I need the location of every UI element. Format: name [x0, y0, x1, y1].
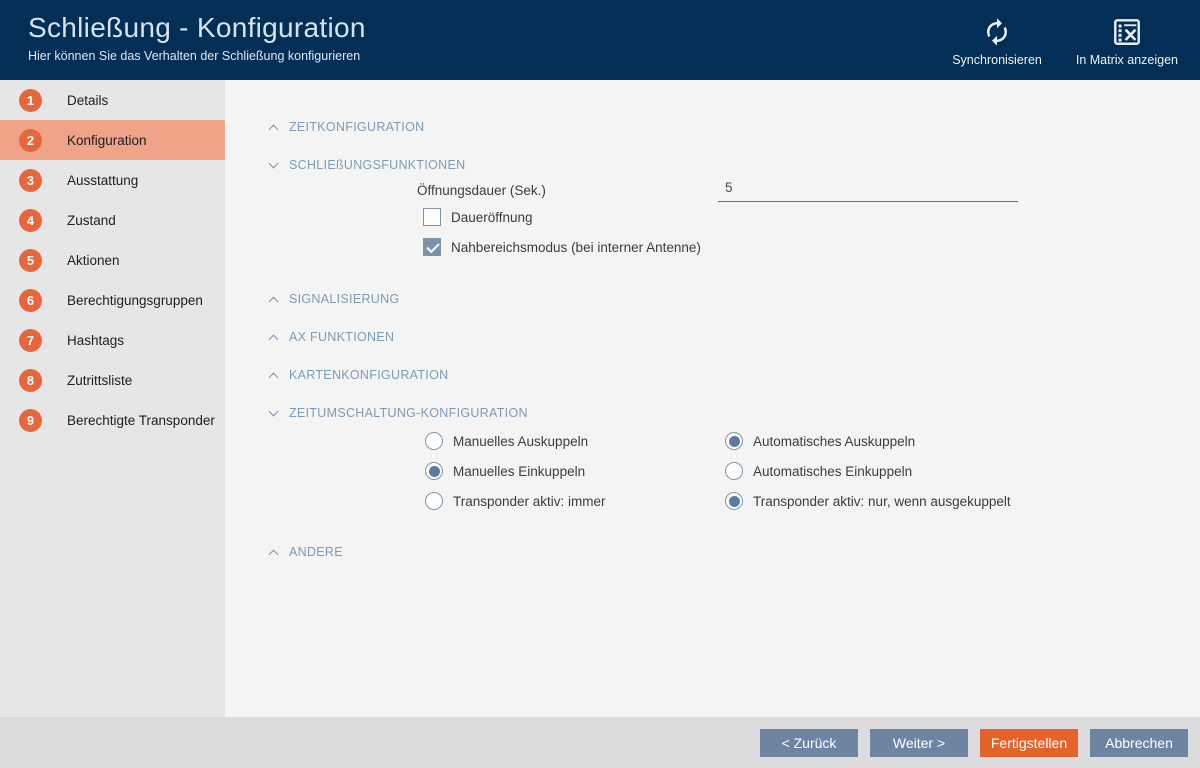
radio-transponder-aktiv-ausgekuppelt[interactable]: Transponder aktiv: nur, wenn ausgekuppel… — [725, 492, 1011, 510]
finish-button[interactable]: Fertigstellen — [980, 728, 1078, 757]
checkbox-label: Nahbereichsmodus (bei interner Antenne) — [451, 239, 701, 255]
checkbox-checked-icon — [423, 238, 441, 256]
page-title: Schließung - Konfiguration — [28, 12, 366, 43]
sidebar-item-berechtigte-transponder[interactable]: 9 Berechtigte Transponder — [0, 400, 225, 440]
chevron-up-icon — [268, 372, 279, 383]
nahbereichsmodus-checkbox[interactable]: Nahbereichsmodus (bei interner Antenne) — [423, 238, 701, 256]
checkbox-label: Daueröffnung — [451, 209, 533, 225]
title-bar: Schließung - Konfiguration Hier können S… — [0, 0, 1200, 80]
page-subtitle: Hier können Sie das Verhalten der Schlie… — [28, 49, 361, 63]
section-ax-funktionen[interactable]: AX FUNKTIONEN — [268, 330, 395, 345]
sidebar-item-label: Zutrittsliste — [67, 372, 133, 388]
sidebar-item-details[interactable]: 1 Details — [0, 80, 225, 120]
radio-automatisches-einkuppeln[interactable]: Automatisches Einkuppeln — [725, 462, 912, 480]
step-number-badge: 9 — [19, 408, 42, 432]
step-number-badge: 8 — [19, 368, 42, 392]
sidebar-item-label: Hashtags — [67, 332, 125, 348]
radio-unselected-icon — [725, 462, 743, 480]
radio-manuelles-auskuppeln[interactable]: Manuelles Auskuppeln — [425, 432, 588, 450]
next-button[interactable]: Weiter > — [870, 728, 968, 757]
chevron-down-icon — [268, 406, 279, 417]
section-signalisierung[interactable]: SIGNALISIERUNG — [268, 292, 400, 307]
synchronize-label: Synchronisieren — [952, 53, 1042, 67]
chevron-up-icon — [268, 334, 279, 345]
radio-label: Automatisches Einkuppeln — [753, 463, 913, 479]
radio-unselected-icon — [425, 492, 443, 510]
radio-selected-icon — [725, 432, 743, 450]
section-andere[interactable]: ANDERE — [268, 545, 343, 560]
sidebar-item-aktionen[interactable]: 5 Aktionen — [0, 240, 225, 280]
section-label: AX FUNKTIONEN — [289, 330, 395, 344]
sidebar-item-berechtigungsgruppen[interactable]: 6 Berechtigungsgruppen — [0, 280, 225, 320]
matrix-icon — [1112, 14, 1142, 50]
chevron-down-icon — [268, 158, 279, 169]
chevron-up-icon — [268, 549, 279, 560]
section-label: ZEITKONFIGURATION — [289, 120, 425, 134]
checkbox-unchecked-icon — [423, 208, 441, 226]
radio-selected-icon — [425, 462, 443, 480]
section-label: ANDERE — [289, 545, 343, 559]
sidebar-item-label: Details — [67, 92, 109, 108]
chevron-up-icon — [268, 296, 279, 307]
cancel-button[interactable]: Abbrechen — [1090, 728, 1188, 757]
back-button[interactable]: < Zurück — [760, 728, 858, 757]
step-number-badge: 6 — [19, 288, 42, 312]
radio-label: Transponder aktiv: nur, wenn ausgekuppel… — [753, 493, 1011, 509]
radio-label: Manuelles Einkuppeln — [453, 463, 586, 479]
sidebar-item-hashtags[interactable]: 7 Hashtags — [0, 320, 225, 360]
sidebar-item-konfiguration[interactable]: 2 Konfiguration — [0, 120, 241, 160]
header-actions: Synchronisieren In Matrix anzeigen — [952, 0, 1200, 80]
footer-button-bar: < Zurück Weiter > Fertigstellen Abbreche… — [0, 717, 1200, 768]
radio-label: Transponder aktiv: immer — [453, 493, 606, 509]
radio-manuelles-einkuppeln[interactable]: Manuelles Einkuppeln — [425, 462, 585, 480]
chevron-up-icon — [268, 124, 279, 135]
section-label: SCHLIEßUNGSFUNKTIONEN — [289, 158, 466, 172]
sidebar-item-label: Berechtigte Transponder — [67, 412, 215, 428]
sidebar-item-ausstattung[interactable]: 3 Ausstattung — [0, 160, 225, 200]
step-number-badge: 2 — [19, 128, 42, 152]
sync-icon — [982, 14, 1012, 50]
section-label: SIGNALISIERUNG — [289, 292, 400, 306]
radio-unselected-icon — [425, 432, 443, 450]
sidebar-item-label: Ausstattung — [67, 172, 139, 188]
sidebar-item-label: Aktionen — [67, 252, 120, 268]
sidebar-item-label: Zustand — [67, 212, 116, 228]
radio-label: Manuelles Auskuppeln — [453, 433, 589, 449]
radio-transponder-aktiv-immer[interactable]: Transponder aktiv: immer — [425, 492, 606, 510]
section-zeitumschaltung-konfiguration[interactable]: ZEITUMSCHALTUNG-KONFIGURATION — [268, 406, 528, 420]
step-number-badge: 7 — [19, 328, 42, 352]
step-number-badge: 4 — [19, 208, 42, 232]
wizard-step-sidebar: 1 Details 2 Konfiguration 3 Ausstattung … — [0, 80, 241, 717]
radio-automatisches-auskuppeln[interactable]: Automatisches Auskuppeln — [725, 432, 915, 450]
show-in-matrix-label: In Matrix anzeigen — [1075, 53, 1178, 67]
sidebar-item-label: Konfiguration — [67, 132, 147, 148]
section-kartenkonfiguration[interactable]: KARTENKONFIGURATION — [268, 368, 449, 383]
configuration-panel: ZEITKONFIGURATION SCHLIEßUNGSFUNKTIONEN … — [225, 80, 1200, 717]
oeffnungsdauer-input[interactable] — [718, 176, 1018, 202]
header-text: Schließung - Konfiguration Hier können S… — [0, 0, 366, 80]
show-in-matrix-button[interactable]: In Matrix anzeigen — [1076, 14, 1178, 80]
step-number-badge: 1 — [19, 88, 42, 112]
step-number-badge: 3 — [19, 168, 42, 192]
radio-selected-icon — [725, 492, 743, 510]
synchronize-button[interactable]: Synchronisieren — [952, 14, 1042, 80]
section-label: ZEITUMSCHALTUNG-KONFIGURATION — [289, 406, 528, 420]
section-schliessungsfunktionen[interactable]: SCHLIEßUNGSFUNKTIONEN — [268, 158, 466, 172]
radio-label: Automatisches Auskuppeln — [753, 433, 916, 449]
daueroeffnung-checkbox[interactable]: Daueröffnung — [423, 208, 533, 226]
oeffnungsdauer-label: Öffnungsdauer (Sek.) — [417, 183, 546, 198]
section-label: KARTENKONFIGURATION — [289, 368, 449, 382]
sidebar-item-zutrittsliste[interactable]: 8 Zutrittsliste — [0, 360, 225, 400]
sidebar-item-label: Berechtigungsgruppen — [67, 292, 203, 308]
sidebar-item-zustand[interactable]: 4 Zustand — [0, 200, 225, 240]
step-number-badge: 5 — [19, 248, 42, 272]
section-zeitkonfiguration[interactable]: ZEITKONFIGURATION — [268, 120, 425, 135]
